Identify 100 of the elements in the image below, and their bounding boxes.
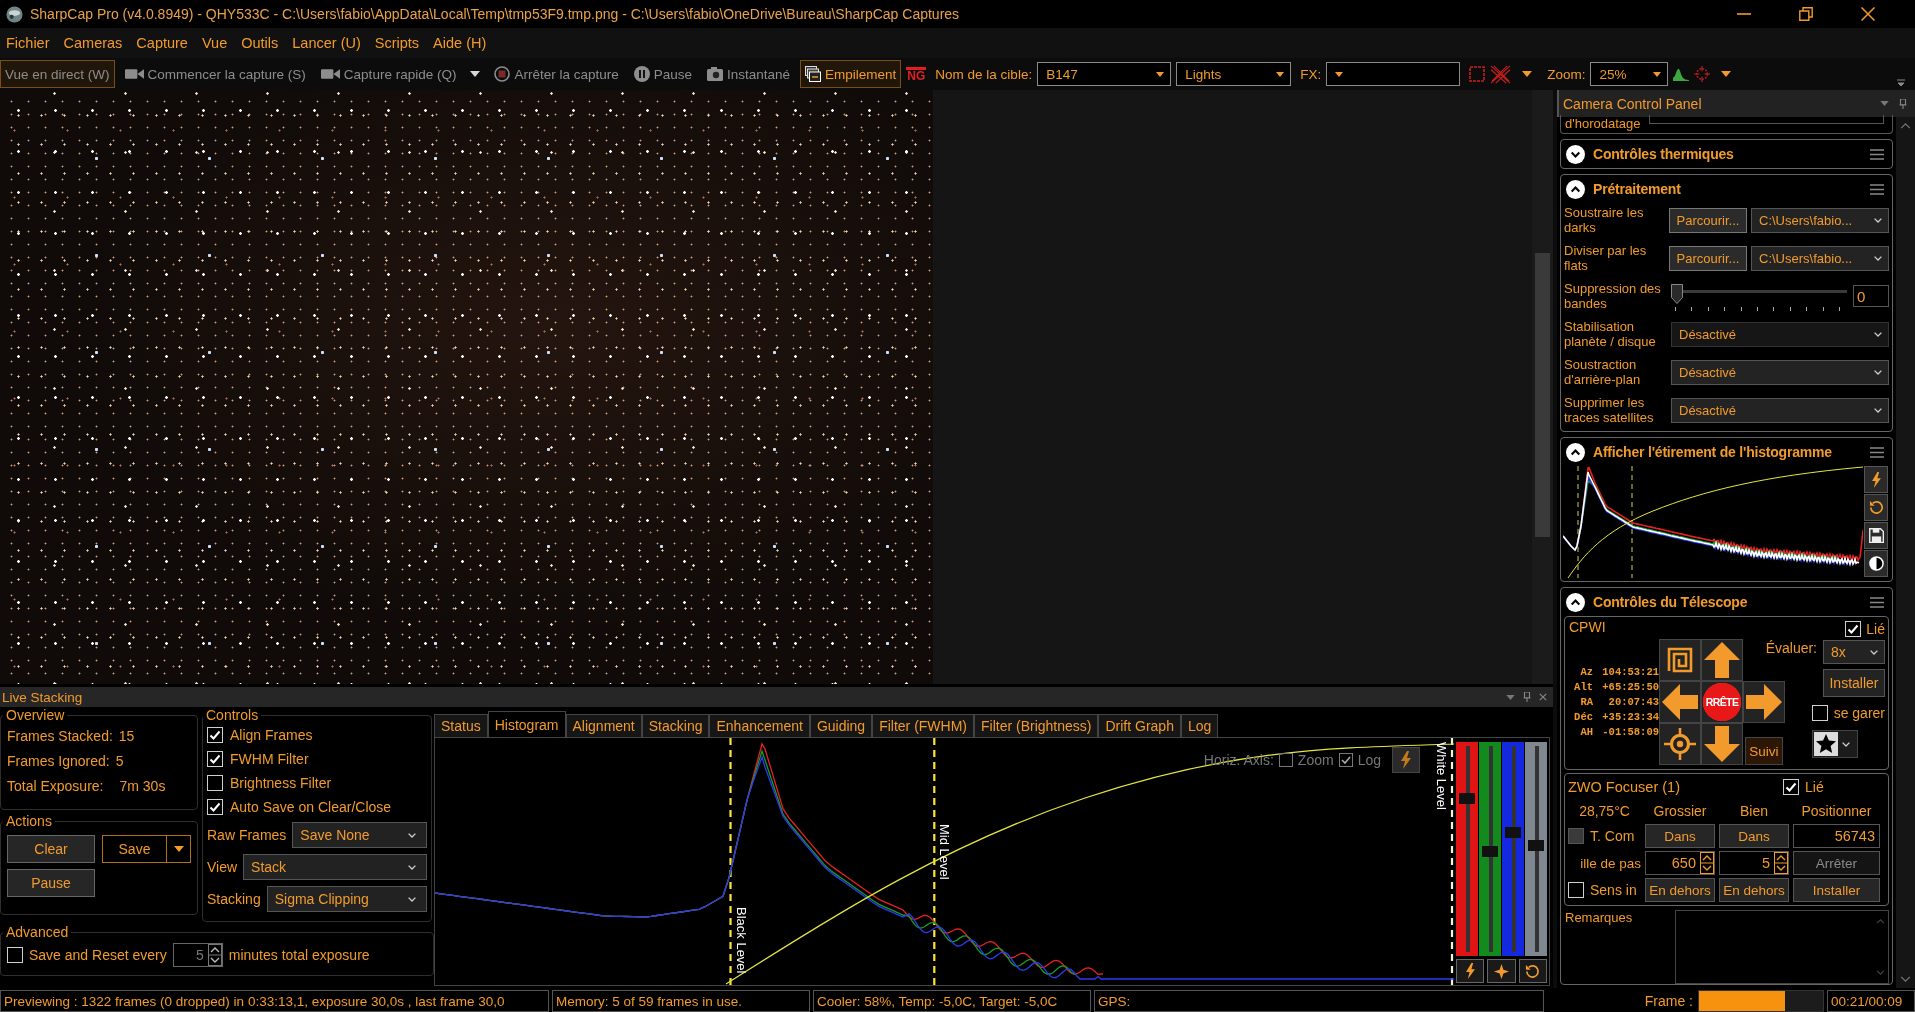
dropdown[interactable]: Sigma Clipping [266, 886, 427, 912]
position-field[interactable]: 56743 [1793, 824, 1880, 848]
checkbox[interactable] [1278, 753, 1293, 767]
level-line[interactable] [729, 738, 732, 985]
tab[interactable]: Histogram [487, 711, 566, 737]
save-button[interactable] [1864, 522, 1888, 549]
checkbox-label[interactable]: Brightness Filter [230, 775, 332, 791]
checkbox-label[interactable]: Sens in [1590, 882, 1637, 898]
menu-item[interactable]: Cameras [57, 35, 131, 51]
up-down-arrow-icon[interactable] [1700, 852, 1714, 874]
reset-button[interactable] [1864, 494, 1888, 521]
slider-thumb[interactable] [1459, 792, 1475, 804]
overflow-icon[interactable] [1897, 79, 1905, 87]
cross-grid-icon[interactable] [1490, 64, 1512, 84]
square-outline-icon[interactable] [1469, 66, 1486, 82]
dropdown-arrow-icon[interactable] [470, 71, 481, 77]
menu-item[interactable]: Lancer (U) [286, 35, 369, 51]
tab[interactable]: Stacking [641, 714, 710, 737]
tab[interactable]: Alignment [565, 714, 642, 737]
value-field[interactable]: 0 [1853, 285, 1889, 307]
collapse-icon[interactable] [1566, 442, 1585, 462]
move-out-button[interactable]: En dehors [1645, 878, 1715, 902]
up-down-arrow-icon[interactable] [207, 944, 222, 966]
reticle-icon[interactable] [1694, 66, 1711, 82]
auto-stretch-button[interactable] [1392, 747, 1420, 773]
up-down-arrow-icon[interactable] [1774, 852, 1788, 874]
move-in-button[interactable]: Dans [1645, 824, 1715, 848]
dropdown[interactable]: Stack [243, 854, 427, 880]
close-icon[interactable] [1861, 7, 1875, 21]
setup-button[interactable]: Installer [1793, 878, 1880, 902]
auto-stretch-button[interactable] [1864, 466, 1888, 493]
format-label[interactable]: NG [906, 66, 927, 82]
close-icon[interactable] [1539, 692, 1547, 702]
scrollbar[interactable] [1532, 90, 1553, 684]
setup-button[interactable]: Installer [1823, 669, 1885, 697]
scrollbar-thumb[interactable] [1535, 253, 1550, 537]
stop-button[interactable]: RRÊTE [1701, 681, 1743, 723]
menu-icon[interactable] [1870, 148, 1884, 160]
channel-slider[interactable] [1479, 742, 1501, 956]
scroll-up-icon[interactable] [1900, 123, 1911, 129]
histogram-icon[interactable] [1673, 66, 1690, 82]
slider-thumb[interactable] [1505, 826, 1521, 838]
clear-button[interactable]: Clear [7, 835, 95, 863]
slew-south-button[interactable] [1701, 723, 1743, 765]
dropdown[interactable]: Désactivé [1671, 397, 1889, 423]
center-target-button[interactable] [1659, 723, 1701, 765]
checkbox-label[interactable]: Align Frames [230, 727, 313, 743]
tab[interactable]: Guiding [809, 714, 873, 737]
checkbox-label[interactable]: Zoom [1297, 752, 1334, 768]
contrast-button[interactable] [1864, 550, 1888, 577]
pin-icon[interactable] [1899, 98, 1907, 109]
spiral-search-button[interactable] [1659, 639, 1701, 681]
target-name-combo[interactable]: B147 [1037, 62, 1172, 86]
slew-north-button[interactable] [1701, 639, 1743, 681]
stacking-button[interactable]: Empilement [800, 60, 902, 88]
tab[interactable]: Log [1180, 714, 1219, 737]
dropdown-arrow-icon[interactable] [1522, 71, 1533, 77]
step-spin-field[interactable]: 5 [1719, 851, 1789, 875]
menu-icon[interactable] [1870, 446, 1884, 458]
dropdown[interactable]: Save None [292, 822, 427, 848]
move-out-button[interactable]: En dehors [1719, 878, 1789, 902]
file-dropdown[interactable]: C:\Users\fabio... [1751, 245, 1889, 271]
tab[interactable]: Filter (Brightness) [974, 714, 1099, 737]
checkbox-label[interactable]: Log [1357, 752, 1381, 768]
dropdown-arrow-icon[interactable] [1721, 71, 1732, 77]
tracking-button[interactable]: Suivi [1745, 737, 1783, 765]
browse-button[interactable]: Parcourir... [1669, 207, 1747, 233]
target-type-dropdown[interactable] [1812, 730, 1858, 758]
menu-icon[interactable] [1870, 183, 1884, 195]
level-line[interactable] [933, 738, 936, 985]
zoom-combo[interactable]: 25% [1590, 62, 1669, 86]
rate-dropdown[interactable]: 8x [1823, 640, 1885, 664]
fx-combo[interactable] [1326, 62, 1461, 86]
menu-item[interactable]: Outils [235, 35, 287, 51]
move-in-button[interactable]: Dans [1719, 824, 1789, 848]
tab[interactable]: Drift Graph [1098, 714, 1181, 737]
checkbox-label[interactable]: Auto Save on Clear/Close [230, 799, 392, 815]
auto-stretch-button[interactable] [1456, 959, 1485, 983]
slider-thumb[interactable] [1528, 839, 1544, 851]
slider-thumb[interactable] [1671, 283, 1683, 304]
channel-slider[interactable] [1525, 742, 1547, 956]
expand-icon[interactable] [1566, 144, 1585, 164]
pin-icon[interactable] [1523, 692, 1531, 702]
channel-slider[interactable] [1502, 742, 1524, 956]
tab[interactable]: Status [434, 714, 488, 737]
level-line[interactable] [1450, 738, 1454, 985]
reset-button[interactable] [1518, 959, 1547, 983]
minutes-spin-field[interactable]: 5 [172, 943, 223, 967]
dropdown[interactable] [1648, 115, 1884, 124]
checkbox[interactable] [1338, 753, 1353, 767]
menu-item[interactable]: Fichier [0, 35, 58, 51]
checkbox-label[interactable]: Lié [1805, 779, 1824, 795]
restore-icon[interactable] [1799, 7, 1813, 21]
tab[interactable]: Filter (FWHM) [872, 714, 974, 737]
menu-item[interactable]: Aide (H) [427, 35, 495, 51]
scrollbar[interactable] [1896, 117, 1915, 988]
checkbox-label[interactable]: FWHM Filter [230, 751, 309, 767]
file-dropdown[interactable]: C:\Users\fabio... [1751, 207, 1889, 233]
slew-east-button[interactable] [1743, 681, 1785, 723]
menu-icon[interactable] [1870, 596, 1884, 608]
